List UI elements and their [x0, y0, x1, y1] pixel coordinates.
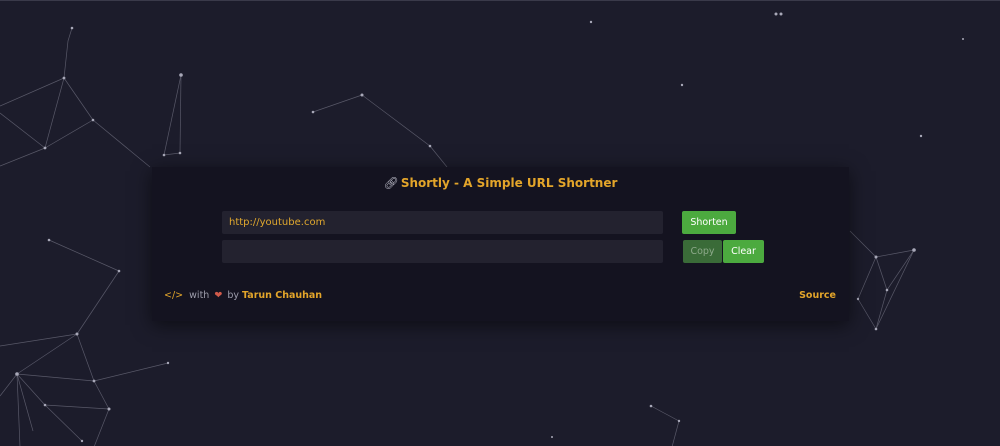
heart-icon: ❤	[214, 290, 223, 301]
page-title: 🔗︎ Shortly - A Simple URL Shortner	[152, 176, 849, 190]
footer-with-text: with	[189, 290, 210, 301]
short-url-output[interactable]	[222, 240, 663, 263]
page-title-text: Shortly - A Simple URL Shortner	[400, 176, 618, 190]
copy-button[interactable]: Copy	[683, 240, 722, 263]
shorten-button[interactable]: Shorten	[682, 211, 736, 234]
url-input[interactable]	[222, 211, 663, 234]
shortener-card: 🔗︎Shortly - A Simple URL Shortner Shorte…	[152, 167, 849, 321]
author-link[interactable]: Tarun Chauhan	[242, 290, 322, 301]
link-icon: 🔗︎	[383, 176, 399, 190]
source-link[interactable]: Source	[799, 290, 836, 301]
clear-button[interactable]: Clear	[723, 240, 764, 263]
footer-credit: </> with ❤ by Tarun Chauhan	[164, 290, 322, 301]
footer-by-text: by	[227, 290, 239, 301]
code-icon: </>	[164, 290, 184, 301]
